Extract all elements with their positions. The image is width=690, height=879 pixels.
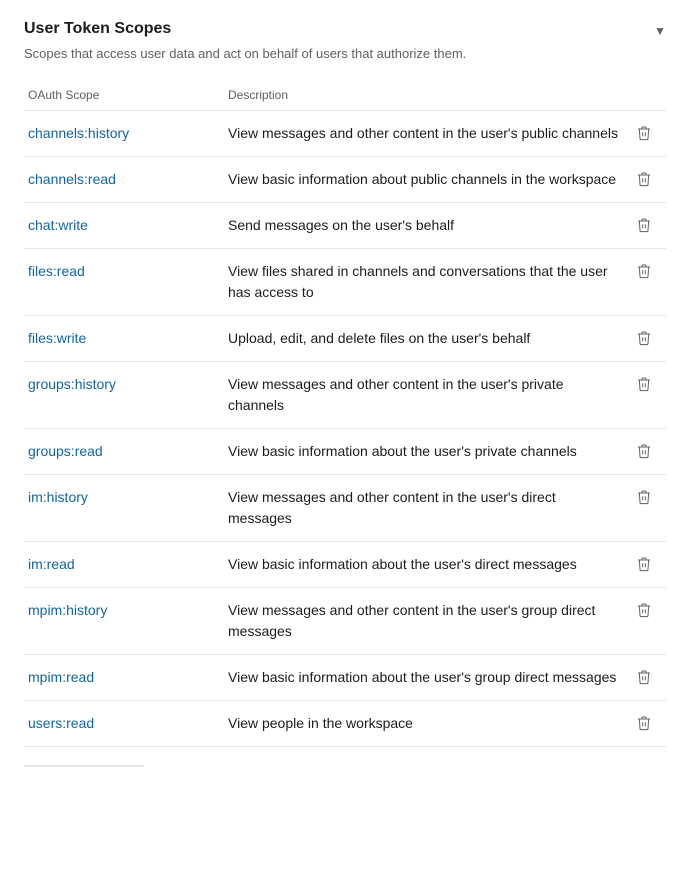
trash-icon xyxy=(636,125,652,141)
delete-scope-button-users-read[interactable] xyxy=(630,713,658,733)
table-row: channels:read View basic information abou… xyxy=(24,156,666,202)
trash-icon xyxy=(636,556,652,572)
delete-scope-button-chat-write[interactable] xyxy=(630,215,658,235)
trash-icon xyxy=(636,171,652,187)
scope-description-channels-read: View basic information about public chan… xyxy=(228,171,616,187)
scope-description-im-read: View basic information about the user's … xyxy=(228,556,577,572)
scope-link-chat-write[interactable]: chat:write xyxy=(28,217,88,233)
delete-scope-button-groups-read[interactable] xyxy=(630,441,658,461)
trash-icon xyxy=(636,376,652,392)
table-row: mpim:read View basic information about th… xyxy=(24,654,666,700)
scope-link-mpim-read[interactable]: mpim:read xyxy=(28,669,94,685)
table-row: channels:history View messages and other … xyxy=(24,110,666,156)
delete-scope-button-files-write[interactable] xyxy=(630,328,658,348)
scope-description-files-read: View files shared in channels and conver… xyxy=(228,263,608,300)
scope-link-im-read[interactable]: im:read xyxy=(28,556,75,572)
scope-description-mpim-history: View messages and other content in the u… xyxy=(228,602,595,639)
scope-description-chat-write: Send messages on the user's behalf xyxy=(228,217,454,233)
delete-scope-button-im-read[interactable] xyxy=(630,554,658,574)
scope-link-files-read[interactable]: files:read xyxy=(28,263,85,279)
delete-scope-button-channels-history[interactable] xyxy=(630,123,658,143)
trash-icon xyxy=(636,443,652,459)
chevron-down-icon[interactable]: ▼ xyxy=(654,24,666,38)
col-header-description: Description xyxy=(224,82,626,111)
table-row: chat:write Send messages on the user's be… xyxy=(24,202,666,248)
delete-scope-button-files-read[interactable] xyxy=(630,261,658,281)
table-row: im:history View messages and other conten… xyxy=(24,474,666,541)
col-header-action xyxy=(626,82,666,111)
scope-link-channels-read[interactable]: channels:read xyxy=(28,171,116,187)
delete-scope-button-channels-read[interactable] xyxy=(630,169,658,189)
scope-link-files-write[interactable]: files:write xyxy=(28,330,86,346)
scope-description-groups-history: View messages and other content in the u… xyxy=(228,376,564,413)
scope-link-groups-read[interactable]: groups:read xyxy=(28,443,103,459)
table-row: groups:history View messages and other co… xyxy=(24,361,666,428)
table-row: users:read View people in the workspace xyxy=(24,700,666,746)
delete-scope-button-mpim-history[interactable] xyxy=(630,600,658,620)
scope-link-im-history[interactable]: im:history xyxy=(28,489,88,505)
scope-description-groups-read: View basic information about the user's … xyxy=(228,443,577,459)
table-row: mpim:history View messages and other cont… xyxy=(24,587,666,654)
table-row: files:write Upload, edit, and delete file… xyxy=(24,315,666,361)
section-title: User Token Scopes xyxy=(24,20,171,38)
scope-link-channels-history[interactable]: channels:history xyxy=(28,125,129,141)
section-description: Scopes that access user data and act on … xyxy=(24,44,666,64)
user-token-scopes-section: User Token Scopes ▼ Scopes that access u… xyxy=(24,20,666,767)
add-scope-divider xyxy=(24,765,144,767)
trash-icon xyxy=(636,602,652,618)
scope-description-channels-history: View messages and other content in the u… xyxy=(228,125,618,141)
scopes-table: OAuth Scope Description channels:history… xyxy=(24,82,666,747)
delete-scope-button-im-history[interactable] xyxy=(630,487,658,507)
scope-description-files-write: Upload, edit, and delete files on the us… xyxy=(228,330,530,346)
trash-icon xyxy=(636,330,652,346)
scope-link-mpim-history[interactable]: mpim:history xyxy=(28,602,107,618)
delete-scope-button-groups-history[interactable] xyxy=(630,374,658,394)
trash-icon xyxy=(636,669,652,685)
table-row: files:read View files shared in channels … xyxy=(24,248,666,315)
scope-link-groups-history[interactable]: groups:history xyxy=(28,376,116,392)
trash-icon xyxy=(636,217,652,233)
section-header: User Token Scopes ▼ xyxy=(24,20,666,38)
table-row: im:read View basic information about the … xyxy=(24,541,666,587)
scope-description-im-history: View messages and other content in the u… xyxy=(228,489,556,526)
scope-description-mpim-read: View basic information about the user's … xyxy=(228,669,616,685)
trash-icon xyxy=(636,489,652,505)
col-header-scope: OAuth Scope xyxy=(24,82,224,111)
scope-link-users-read[interactable]: users:read xyxy=(28,715,94,731)
trash-icon xyxy=(636,263,652,279)
trash-icon xyxy=(636,715,652,731)
delete-scope-button-mpim-read[interactable] xyxy=(630,667,658,687)
add-scope-area xyxy=(24,757,666,767)
scope-description-users-read: View people in the workspace xyxy=(228,715,413,731)
table-row: groups:read View basic information about … xyxy=(24,428,666,474)
